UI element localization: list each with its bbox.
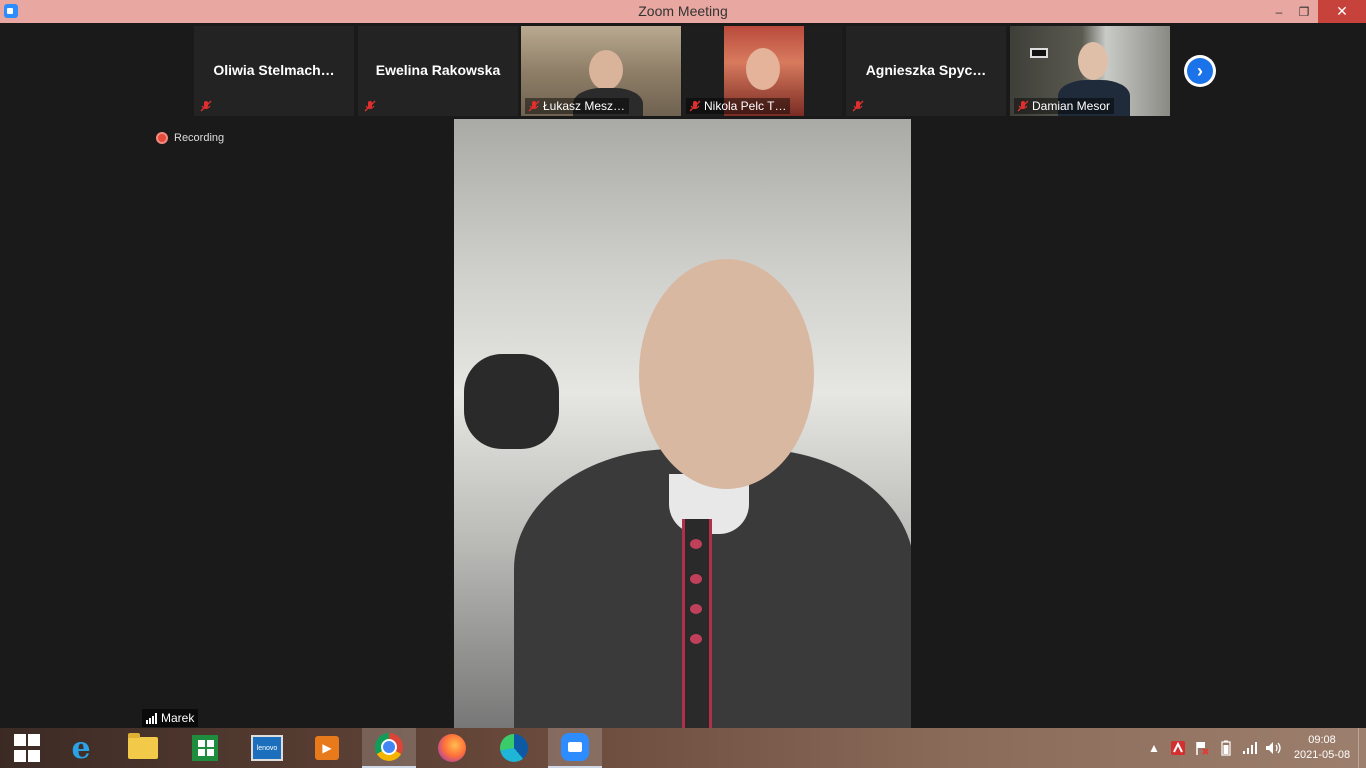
taskbar-lenovo[interactable]: lenovo xyxy=(240,728,294,768)
participant-tile[interactable]: Oliwia Stelmach… xyxy=(194,26,354,116)
recording-dot-icon xyxy=(156,132,168,144)
participant-video xyxy=(589,50,623,90)
cassock-button xyxy=(690,574,702,584)
firefox-icon xyxy=(438,734,466,762)
recording-label: Recording xyxy=(174,132,225,144)
edge-icon xyxy=(500,734,528,762)
speaker-cassock xyxy=(682,519,712,728)
taskbar-file-explorer[interactable] xyxy=(116,728,170,768)
taskbar-internet-explorer[interactable]: e xyxy=(54,728,108,768)
recording-indicator[interactable]: Recording xyxy=(156,132,224,144)
muted-mic-icon xyxy=(364,100,376,112)
participant-video-tile[interactable]: Nikola Pelc T… xyxy=(682,26,842,116)
clock-time: 09:08 xyxy=(1308,734,1336,746)
participant-name: Łukasz Mesz… xyxy=(543,99,626,113)
taskbar-store[interactable] xyxy=(178,728,232,768)
muted-mic-icon xyxy=(528,100,540,112)
active-speaker-label: Marek xyxy=(142,709,199,727)
participant-name: Ewelina Rakowska xyxy=(375,62,501,78)
close-button[interactable]: ✕ xyxy=(1318,0,1366,23)
muted-mic-icon xyxy=(1017,100,1029,112)
participant-name: Agnieszka Spyc… xyxy=(865,62,987,78)
taskbar-zoom[interactable] xyxy=(548,728,602,768)
chevron-right-icon: › xyxy=(1187,58,1213,84)
active-speaker-video xyxy=(454,119,911,728)
taskbar-edge[interactable] xyxy=(487,728,541,768)
muted-mic-icon xyxy=(200,100,212,112)
show-hidden-icons-button[interactable]: ▲ xyxy=(1142,728,1166,768)
file-explorer-icon xyxy=(128,733,158,759)
car-headrest xyxy=(464,354,559,449)
signal-icon[interactable] xyxy=(1238,728,1262,768)
cassock-button xyxy=(690,604,702,614)
participant-tile[interactable]: Ewelina Rakowska xyxy=(358,26,518,116)
battery-icon[interactable] xyxy=(1214,728,1238,768)
muted-mic-icon xyxy=(852,100,864,112)
lenovo-icon: lenovo xyxy=(251,735,283,761)
taskbar-chrome[interactable] xyxy=(362,728,416,768)
taskbar-firefox[interactable] xyxy=(425,728,479,768)
participant-video-tile[interactable]: Damian Mesor xyxy=(1010,26,1170,116)
chrome-icon xyxy=(375,733,403,761)
participant-face xyxy=(746,48,780,90)
window-titlebar: Zoom Meeting – ❐ ✕ xyxy=(0,0,1366,23)
cassock-button xyxy=(690,539,702,549)
start-button[interactable] xyxy=(0,728,54,768)
participant-label: Nikola Pelc T… xyxy=(686,98,791,114)
restore-button[interactable]: ❐ xyxy=(1290,0,1318,23)
participant-name: Nikola Pelc T… xyxy=(704,99,787,113)
participant-video-tile[interactable]: Łukasz Mesz… xyxy=(521,26,681,116)
system-tray: ▲ 09:08 2021-05-08 xyxy=(1142,728,1366,768)
show-desktop-button[interactable] xyxy=(1358,728,1366,768)
taskbar-media-player[interactable]: ▶ xyxy=(300,728,354,768)
volume-icon[interactable] xyxy=(1262,728,1286,768)
internet-explorer-icon: e xyxy=(71,730,91,766)
antivirus-icon[interactable] xyxy=(1166,728,1190,768)
flag-alert-icon[interactable] xyxy=(1190,728,1214,768)
active-speaker-name: Marek xyxy=(161,711,195,725)
taskbar-clock[interactable]: 09:08 2021-05-08 xyxy=(1286,733,1358,763)
participant-tile[interactable]: Agnieszka Spyc… xyxy=(846,26,1006,116)
meeting-area: Oliwia Stelmach… Ewelina Rakowska Łukasz… xyxy=(0,23,1366,728)
signal-bars-icon xyxy=(146,712,157,724)
participant-label: Łukasz Mesz… xyxy=(525,98,630,114)
media-player-icon: ▶ xyxy=(315,736,339,760)
muted-mic-icon xyxy=(689,100,701,112)
participant-label: Damian Mesor xyxy=(1014,98,1115,114)
window-title: Zoom Meeting xyxy=(638,3,728,19)
wall-picture xyxy=(1030,48,1048,58)
cassock-button xyxy=(690,634,702,644)
minimize-button[interactable]: – xyxy=(1265,0,1293,23)
participant-face xyxy=(1078,42,1108,80)
participant-name: Oliwia Stelmach… xyxy=(213,62,335,78)
next-page-button[interactable]: › xyxy=(1184,55,1216,87)
speaker-face xyxy=(639,259,814,489)
windows-taskbar: e lenovo ▶ ▲ 09:08 2021-05-08 xyxy=(0,728,1366,768)
clock-date: 2021-05-08 xyxy=(1293,749,1351,761)
windows-start-icon xyxy=(12,733,42,763)
zoom-icon xyxy=(561,733,589,761)
store-icon xyxy=(192,735,218,761)
participant-name: Damian Mesor xyxy=(1032,99,1111,113)
